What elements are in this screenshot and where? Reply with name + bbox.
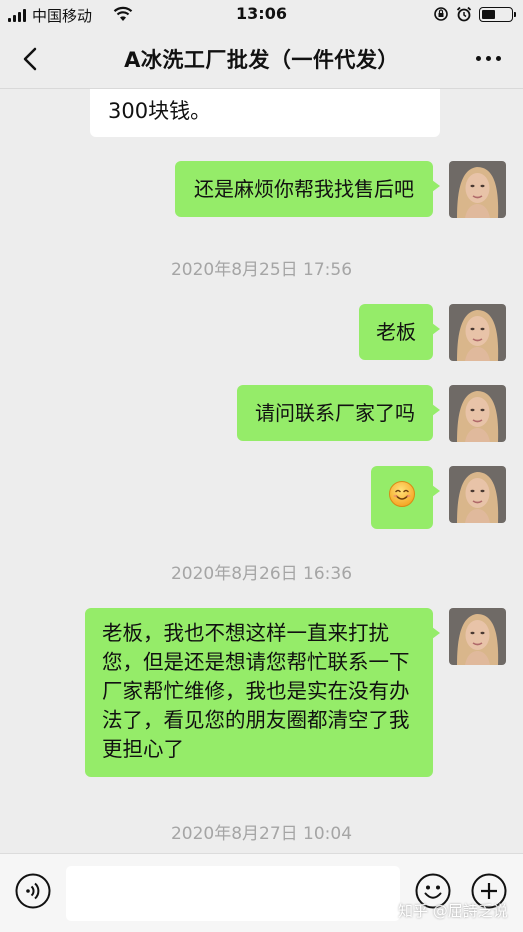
- message-text: 300块钱。: [108, 99, 212, 123]
- avatar[interactable]: [449, 608, 506, 665]
- timestamp: 2020年8月27日 10:04: [170, 824, 353, 844]
- message-list[interactable]: 300块钱。 还是麻烦你帮我找售后吧 2020年8月25日 17:56 老板 请…: [0, 89, 523, 853]
- sent-message-row: 老板，我也不想这样一直来打扰您，但是还是想请您帮忙联系一下厂家帮忙维修，我也是实…: [85, 608, 506, 777]
- ellipsis-icon[interactable]: [476, 56, 501, 61]
- timestamp: 2020年8月25日 17:56: [170, 260, 353, 280]
- smile-emoji-icon: [389, 481, 415, 507]
- sent-message-row: 请问联系厂家了吗: [237, 385, 506, 442]
- sent-message[interactable]: 老板: [359, 304, 440, 360]
- sent-message-row: 还是麻烦你帮我找售后吧: [175, 161, 506, 218]
- message-text: 老板，我也不想这样一直来打扰您，但是还是想请您帮忙联系一下厂家帮忙维修，我也是实…: [102, 621, 410, 761]
- avatar[interactable]: [449, 466, 506, 523]
- chat-title: A冰洗工厂批发（一件代发）: [124, 48, 399, 72]
- status-right: [433, 6, 516, 22]
- message-text: 还是麻烦你帮我找售后吧: [194, 177, 414, 201]
- watermark: 知乎 @屈詩乏说: [398, 902, 508, 920]
- voice-icon[interactable]: [15, 873, 51, 909]
- avatar[interactable]: [449, 161, 506, 218]
- chat-header: A冰洗工厂批发（一件代发）: [0, 30, 523, 89]
- avatar[interactable]: [449, 304, 506, 361]
- orientation-lock-icon: [434, 7, 448, 21]
- message-text: 请问联系厂家了吗: [255, 401, 415, 425]
- received-message: 300块钱。: [90, 89, 440, 137]
- avatar[interactable]: [449, 385, 506, 442]
- sent-message-row: 老板: [359, 304, 506, 361]
- message-text: 老板: [376, 320, 416, 344]
- sent-message[interactable]: 请问联系厂家了吗: [237, 385, 440, 441]
- battery-level: [482, 9, 495, 19]
- battery-icon: [479, 6, 516, 22]
- sent-message[interactable]: 老板，我也不想这样一直来打扰您，但是还是想请您帮忙联系一下厂家帮忙维修，我也是实…: [85, 608, 440, 777]
- status-bar: 中国移动 13:06: [0, 0, 523, 30]
- input-bar: 知乎 @屈詩乏说: [0, 853, 523, 932]
- message-input[interactable]: [66, 866, 400, 921]
- sent-message[interactable]: 还是麻烦你帮我找售后吧: [175, 161, 440, 217]
- sent-message[interactable]: [371, 466, 440, 529]
- sent-message-row: [371, 466, 506, 529]
- timestamp: 2020年8月26日 16:36: [170, 564, 353, 584]
- alarm-icon: [456, 6, 472, 22]
- chevron-left-icon[interactable]: [18, 46, 44, 72]
